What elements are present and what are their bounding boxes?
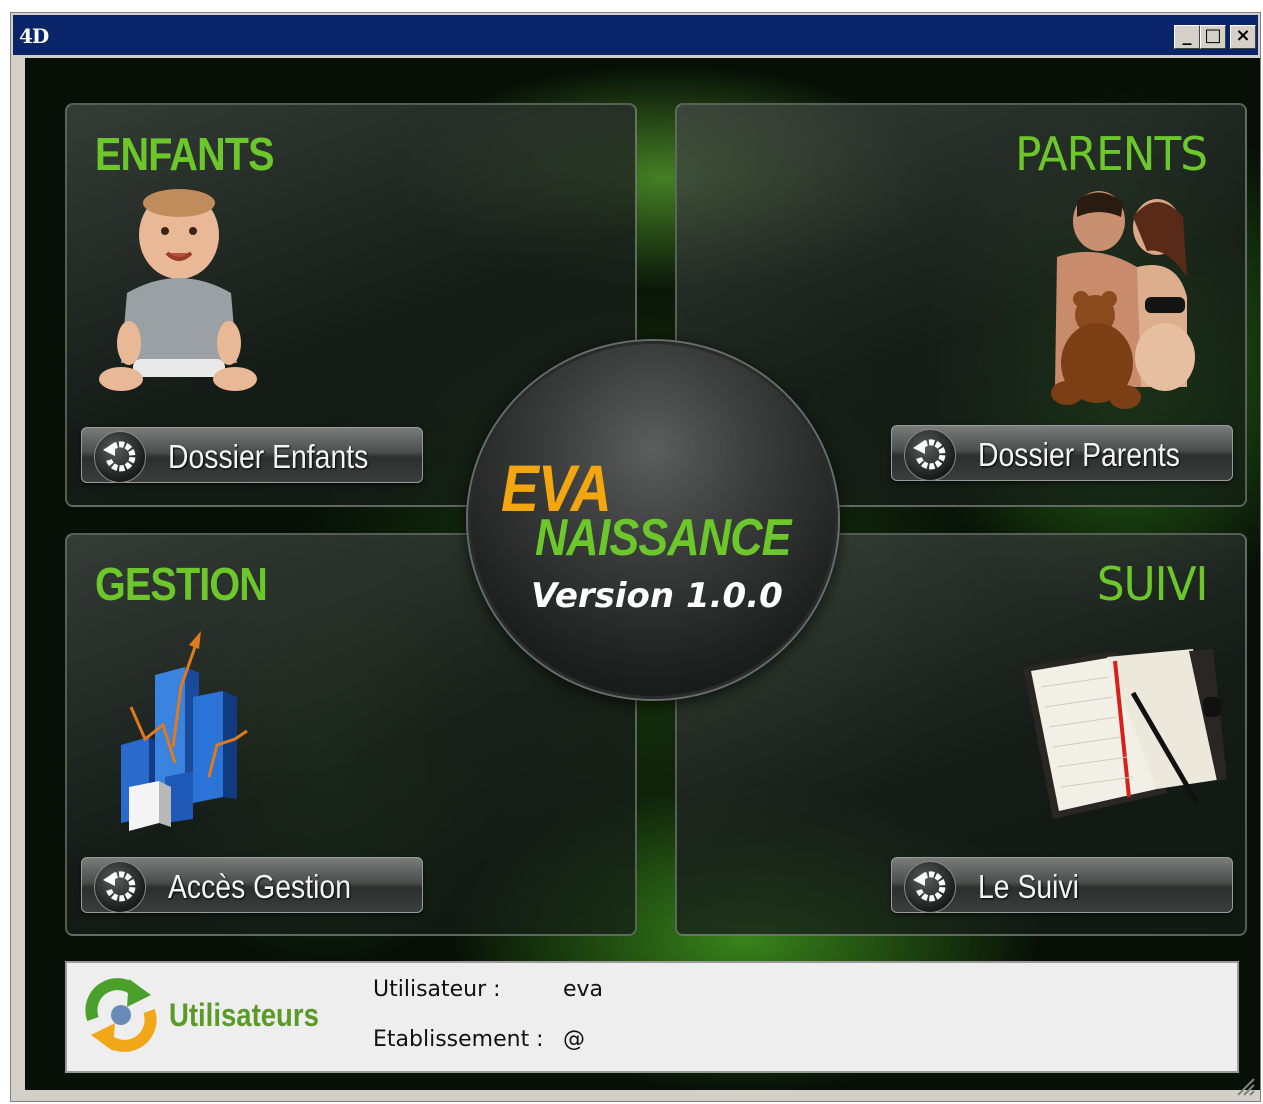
dossier-enfants-label: Dossier Enfants	[168, 438, 369, 475]
logo-naissance: NAISSANCE	[535, 509, 792, 567]
refresh-arrow-icon	[904, 861, 956, 913]
4d-app-icon: 4D	[19, 24, 49, 48]
utilisateur-label: Utilisateur :	[373, 977, 501, 1002]
minimize-button[interactable]: _	[1174, 25, 1200, 49]
parents-photo	[1051, 191, 1195, 409]
notebook-icon	[1023, 649, 1227, 819]
close-button[interactable]: ×	[1230, 25, 1256, 49]
utilisateur-value: eva	[563, 977, 604, 1002]
refresh-arrow-icon	[904, 429, 956, 481]
panel-title-parents: PARENTS	[1015, 127, 1208, 181]
resize-grip-icon[interactable]	[1234, 1075, 1256, 1097]
panel-title-suivi: SUIVI	[1096, 557, 1208, 611]
eva-logo-disc: EVA NAISSANCE Version 1.0.0	[468, 341, 838, 699]
app-window: 4D _ □ × ENFANTS Dossier Enfants PARENTS…	[10, 12, 1261, 1102]
refresh-arrow-icon	[94, 861, 146, 913]
dossier-parents-button[interactable]: Dossier Parents	[891, 425, 1233, 481]
le-suivi-button[interactable]: Le Suivi	[891, 857, 1233, 913]
dossier-enfants-button[interactable]: Dossier Enfants	[81, 427, 423, 483]
etablissement-value: @	[563, 1027, 585, 1052]
panel-title-gestion: GESTION	[95, 558, 268, 610]
maximize-button[interactable]: □	[1200, 25, 1226, 49]
etablissement-label: Etablissement :	[373, 1027, 544, 1052]
le-suivi-label: Le Suivi	[978, 868, 1079, 905]
panel-title-enfants: ENFANTS	[95, 128, 274, 180]
main-content: ENFANTS Dossier Enfants PARENTS Dossier …	[25, 58, 1260, 1090]
user-info-bar: Utilisateurs Utilisateur : eva Etablisse…	[65, 961, 1239, 1073]
users-sync-icon[interactable]	[81, 975, 161, 1055]
title-bar[interactable]: 4D _ □ ×	[13, 15, 1258, 55]
baby-photo	[99, 189, 257, 391]
acces-gestion-button[interactable]: Accès Gestion	[81, 857, 423, 913]
version-label: Version 1.0.0	[531, 576, 783, 616]
acces-gestion-label: Accès Gestion	[168, 868, 351, 905]
dossier-parents-label: Dossier Parents	[978, 436, 1180, 473]
bar-chart-icon	[121, 631, 248, 831]
utilisateurs-link[interactable]: Utilisateurs	[169, 997, 319, 1034]
refresh-arrow-icon	[94, 431, 146, 483]
